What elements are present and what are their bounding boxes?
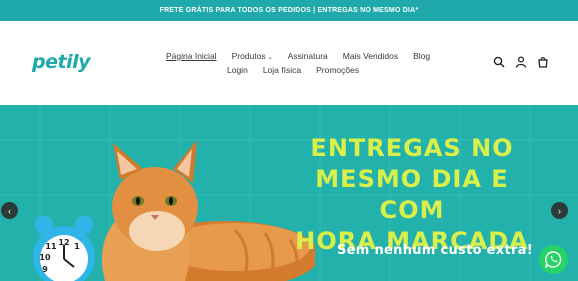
main-nav-row-1: Página Inicial Produtos ⌄ Assinatura Mais… (166, 51, 430, 61)
hero-headline: ENTREGAS NO MESMO DIA E COM HORA MARCADA (282, 133, 542, 257)
site-header: petily Página Inicial Produtos ⌄ Assinatu… (0, 21, 578, 105)
svg-text:10: 10 (39, 253, 51, 262)
nav-login[interactable]: Login (227, 65, 248, 75)
carousel-next-button[interactable]: › (551, 202, 568, 219)
nav-best-sellers[interactable]: Mais Vendidos (343, 51, 398, 61)
svg-text:9: 9 (42, 265, 48, 274)
hero-headline-line: MESMO DIA E COM (315, 165, 509, 224)
nav-home[interactable]: Página Inicial (166, 51, 217, 61)
hero-headline-line: ENTREGAS NO (310, 134, 514, 162)
svg-text:1: 1 (74, 242, 80, 251)
nav-promotions[interactable]: Promoções (316, 65, 359, 75)
search-icon[interactable] (493, 56, 505, 68)
nav-blog[interactable]: Blog (413, 51, 430, 61)
nav-products[interactable]: Produtos ⌄ (232, 51, 273, 61)
alarm-clock-image: 12 1 11 10 9 (33, 216, 95, 281)
cart-icon[interactable] (537, 56, 549, 68)
nav-subscription[interactable]: Assinatura (288, 51, 328, 61)
hero-banner[interactable]: 12 1 11 10 9 ENTREGAS NO MESMO DIA E COM… (0, 105, 578, 281)
chevron-right-icon: › (558, 205, 561, 216)
nav-physical-store[interactable]: Loja física (263, 65, 301, 75)
carousel-prev-button[interactable]: ‹ (1, 202, 18, 219)
nav-products-label: Produtos (231, 51, 266, 61)
main-nav-row-2: Login Loja física Promoções (227, 65, 359, 75)
svg-text:11: 11 (45, 242, 57, 251)
cat-image (101, 140, 315, 281)
announcement-text: FRETE GRÁTIS PARA TODOS OS PEDIDOS | ENT… (159, 7, 419, 14)
announcement-bar: FRETE GRÁTIS PARA TODOS OS PEDIDOS | ENT… (0, 0, 578, 21)
chevron-left-icon: ‹ (8, 205, 11, 216)
header-icons (493, 56, 549, 68)
user-icon[interactable] (515, 56, 527, 68)
whatsapp-icon (545, 251, 562, 268)
logo[interactable]: petily (32, 51, 90, 73)
chevron-down-icon: ⌄ (267, 55, 273, 61)
whatsapp-button[interactable] (539, 245, 568, 274)
hero-subtitle: Sem nenhum custo extra! (337, 243, 533, 258)
